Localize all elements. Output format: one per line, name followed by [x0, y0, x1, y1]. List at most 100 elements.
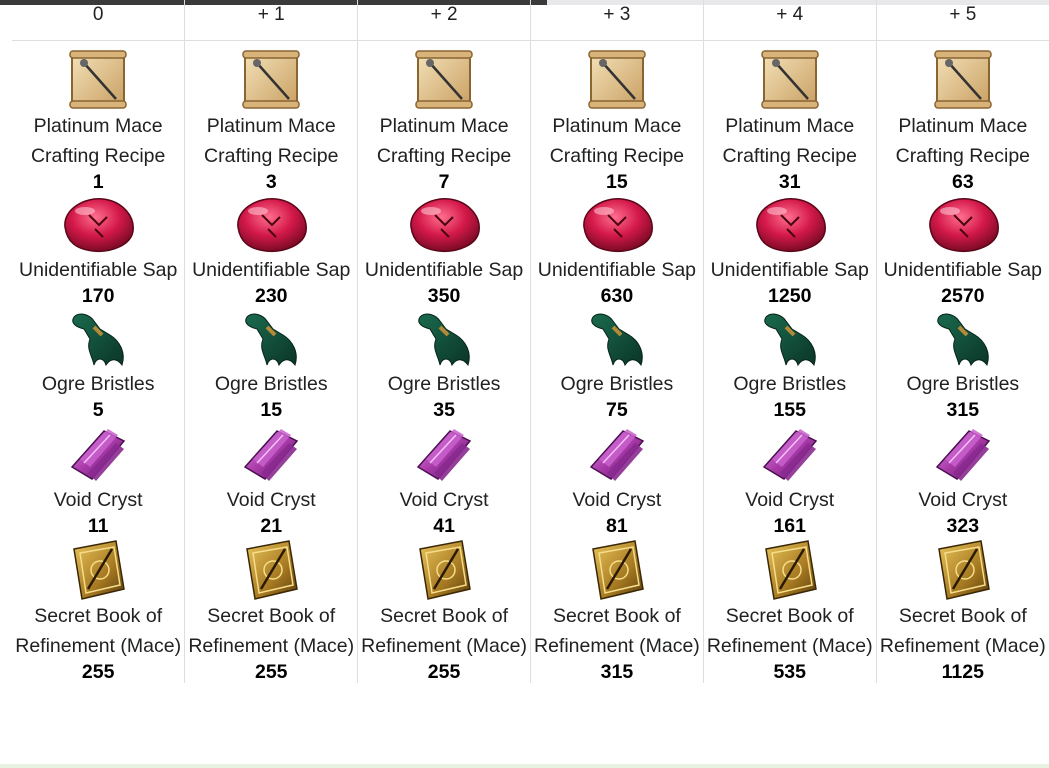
scroll-recipe-icon[interactable]: [239, 49, 303, 111]
purple-crystal-icon[interactable]: [931, 423, 995, 485]
material-name[interactable]: Unidentifiable Sap: [12, 255, 184, 285]
material-quantity: 81: [606, 515, 628, 537]
material-quantity: 323: [946, 515, 980, 537]
green-bristles-icon[interactable]: [239, 307, 303, 369]
scroll-recipe-icon[interactable]: [931, 49, 995, 111]
material-item: Platinum Mace Crafting Recipe 1: [12, 49, 184, 193]
material-quantity: 3: [265, 171, 277, 193]
material-name[interactable]: Void Cryst: [185, 485, 357, 515]
material-name[interactable]: Ogre Bristles: [704, 369, 876, 399]
material-name[interactable]: Secret Book of Refinement (Mace): [12, 601, 184, 661]
material-name[interactable]: Platinum Mace Crafting Recipe: [531, 111, 703, 171]
material-quantity: 2570: [941, 285, 985, 307]
golden-book-icon[interactable]: [585, 539, 649, 601]
material-name[interactable]: Unidentifiable Sap: [877, 255, 1049, 285]
material-quantity: 535: [773, 661, 806, 683]
material-quantity: 630: [600, 285, 634, 307]
material-quantity: 255: [81, 661, 115, 683]
materials-row: Platinum Mace Crafting Recipe 1 Unidenti…: [12, 40, 1049, 683]
scroll-recipe-icon[interactable]: [66, 49, 130, 111]
material-item: Ogre Bristles 35: [358, 307, 530, 421]
golden-book-icon[interactable]: [931, 539, 995, 601]
material-item: Void Cryst 161: [704, 423, 876, 537]
material-item: Void Cryst 41: [358, 423, 530, 537]
material-name[interactable]: Void Cryst: [877, 485, 1049, 515]
material-name[interactable]: Secret Book of Refinement (Mace): [704, 601, 876, 661]
material-name[interactable]: Ogre Bristles: [877, 369, 1049, 399]
scroll-recipe-icon[interactable]: [758, 49, 822, 111]
red-gem-sap-icon[interactable]: [920, 193, 1006, 255]
material-name[interactable]: Unidentifiable Sap: [358, 255, 530, 285]
material-quantity: 350: [427, 285, 461, 307]
material-name[interactable]: Void Cryst: [704, 485, 876, 515]
material-quantity: 255: [427, 661, 461, 683]
material-name[interactable]: Void Cryst: [358, 485, 530, 515]
material-name[interactable]: Platinum Mace Crafting Recipe: [185, 111, 357, 171]
material-quantity: 75: [606, 399, 628, 421]
scroll-recipe-icon[interactable]: [412, 49, 476, 111]
golden-book-icon[interactable]: [66, 539, 130, 601]
green-bristles-icon[interactable]: [758, 307, 822, 369]
material-quantity: 230: [254, 285, 288, 307]
golden-book-icon[interactable]: [412, 539, 476, 601]
material-item: Unidentifiable Sap 630: [531, 193, 703, 307]
material-name[interactable]: Platinum Mace Crafting Recipe: [877, 111, 1049, 171]
purple-crystal-icon[interactable]: [585, 423, 649, 485]
red-gem-sap-icon[interactable]: [747, 193, 833, 255]
tier-header: + 3: [530, 0, 704, 41]
purple-crystal-icon[interactable]: [412, 423, 476, 485]
refinement-table-container: 0 + 1 + 2 + 3 + 4 + 5 Platinum Mace Craf…: [12, 0, 1049, 768]
tier-header: + 1: [184, 0, 359, 41]
scroll-recipe-icon[interactable]: [585, 49, 649, 111]
material-item: Unidentifiable Sap 170: [12, 193, 184, 307]
red-gem-sap-icon[interactable]: [401, 193, 487, 255]
material-item: Unidentifiable Sap 230: [185, 193, 357, 307]
golden-book-icon[interactable]: [239, 539, 303, 601]
material-name[interactable]: Platinum Mace Crafting Recipe: [358, 111, 530, 171]
material-name[interactable]: Platinum Mace Crafting Recipe: [704, 111, 876, 171]
material-item: Secret Book of Refinement (Mace) 1125: [877, 539, 1049, 683]
tier-header-row: 0 + 1 + 2 + 3 + 4 + 5: [12, 0, 1049, 41]
material-item: Unidentifiable Sap 1250: [704, 193, 876, 307]
refinement-materials-table: 0 + 1 + 2 + 3 + 4 + 5 Platinum Mace Craf…: [12, 0, 1049, 683]
material-name[interactable]: Void Cryst: [12, 485, 184, 515]
green-bristles-icon[interactable]: [931, 307, 995, 369]
material-item: Void Cryst 21: [185, 423, 357, 537]
red-gem-sap-icon[interactable]: [574, 193, 660, 255]
material-name[interactable]: Unidentifiable Sap: [704, 255, 876, 285]
material-name[interactable]: Ogre Bristles: [531, 369, 703, 399]
material-name[interactable]: Void Cryst: [531, 485, 703, 515]
green-bristles-icon[interactable]: [412, 307, 476, 369]
purple-crystal-icon[interactable]: [239, 423, 303, 485]
material-quantity: 315: [946, 399, 980, 421]
red-gem-sap-icon[interactable]: [55, 193, 141, 255]
material-name[interactable]: Platinum Mace Crafting Recipe: [12, 111, 184, 171]
material-item: Ogre Bristles 155: [704, 307, 876, 421]
green-bristles-icon[interactable]: [66, 307, 130, 369]
material-item: Void Cryst 81: [531, 423, 703, 537]
material-name[interactable]: Secret Book of Refinement (Mace): [185, 601, 357, 661]
purple-crystal-icon[interactable]: [66, 423, 130, 485]
material-item: Void Cryst 323: [877, 423, 1049, 537]
material-quantity: 1125: [941, 661, 984, 683]
material-name[interactable]: Secret Book of Refinement (Mace): [358, 601, 530, 661]
tier-header: + 5: [876, 0, 1049, 41]
material-name[interactable]: Ogre Bristles: [12, 369, 184, 399]
material-quantity: 1: [92, 171, 104, 193]
tier-header: 0: [12, 0, 186, 41]
purple-crystal-icon[interactable]: [758, 423, 822, 485]
golden-book-icon[interactable]: [758, 539, 822, 601]
green-bristles-icon[interactable]: [585, 307, 649, 369]
material-name[interactable]: Unidentifiable Sap: [531, 255, 703, 285]
material-name[interactable]: Secret Book of Refinement (Mace): [877, 601, 1049, 661]
material-name[interactable]: Ogre Bristles: [358, 369, 530, 399]
material-item: Platinum Mace Crafting Recipe 15: [531, 49, 703, 193]
material-name[interactable]: Secret Book of Refinement (Mace): [531, 601, 703, 661]
material-name[interactable]: Unidentifiable Sap: [185, 255, 357, 285]
material-quantity: 63: [951, 171, 974, 193]
red-gem-sap-icon[interactable]: [228, 193, 314, 255]
material-name[interactable]: Ogre Bristles: [185, 369, 357, 399]
material-quantity: 7: [438, 171, 450, 193]
tier-cell: Platinum Mace Crafting Recipe 15 Unident…: [530, 40, 704, 683]
material-item: Ogre Bristles 75: [531, 307, 703, 421]
